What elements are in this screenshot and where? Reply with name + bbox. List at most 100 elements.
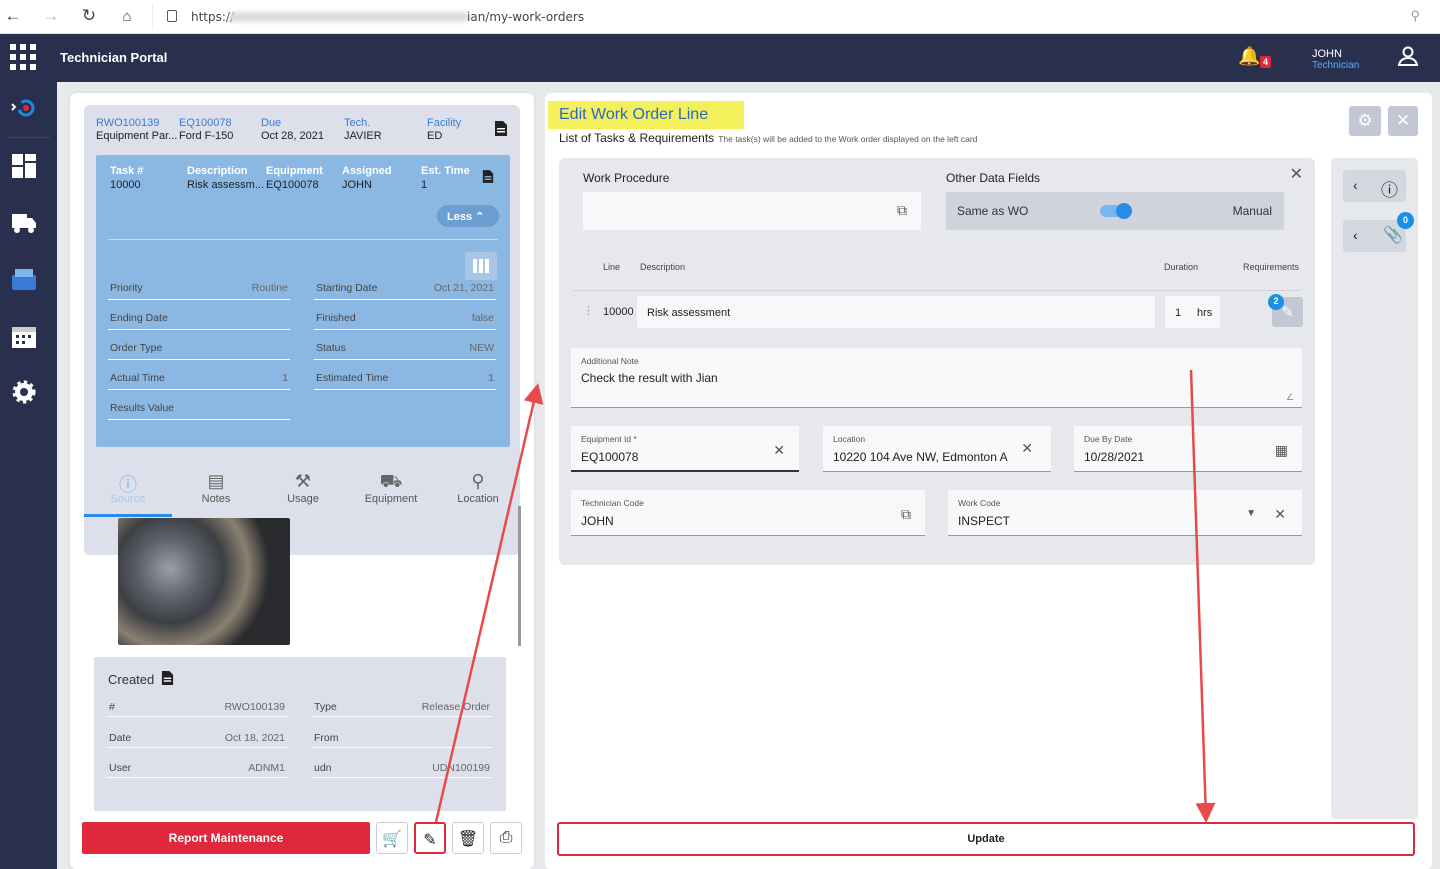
scrollbar[interactable]: [518, 506, 521, 646]
clear-work-code-icon[interactable]: ✕: [1274, 506, 1286, 523]
wo-number[interactable]: RWO100139 Equipment Par...: [96, 117, 177, 142]
task-num-header: Task #: [110, 165, 144, 177]
line-description-input[interactable]: Risk assessment: [637, 296, 1155, 328]
created-user: User ADNM1: [107, 756, 287, 778]
reload-icon[interactable]: ↻: [78, 6, 100, 26]
cart-button[interactable]: 🛒: [376, 822, 408, 854]
work-procedure-field[interactable]: ⧉: [583, 192, 921, 230]
tab-notes[interactable]: ▤ Notes: [172, 461, 260, 505]
bell-icon[interactable]: 🔔: [1238, 46, 1260, 67]
created-title: Created: [108, 672, 155, 687]
additional-note-field[interactable]: Additional Note Check the result with Ji…: [571, 348, 1302, 408]
report-maintenance-button[interactable]: Report Maintenance: [82, 822, 370, 854]
field-starting-date: Starting Date Oct 21, 2021: [314, 278, 496, 300]
duration-unit: hrs: [1197, 307, 1213, 319]
tab-usage[interactable]: ⚒ Usage: [259, 461, 347, 505]
wo-due: Due Oct 28, 2021: [261, 117, 324, 142]
table-header-divider: [573, 290, 1301, 291]
sidebar: [0, 82, 57, 869]
edit-button[interactable]: ✎: [414, 822, 446, 854]
settings-button[interactable]: ⚙: [1349, 106, 1381, 136]
update-button[interactable]: Update: [557, 822, 1415, 856]
apps-grid-icon[interactable]: [10, 44, 36, 70]
resize-handle-icon[interactable]: ∠: [1286, 392, 1294, 403]
user-role: Technician: [1312, 60, 1360, 71]
less-button[interactable]: Less ⌃: [437, 205, 499, 227]
wo-facility: Facility ED: [427, 117, 462, 142]
created-document-icon[interactable]: [161, 670, 174, 686]
user-icon[interactable]: [1396, 44, 1420, 68]
close-panel-button[interactable]: ✕: [1388, 106, 1418, 136]
info-toggle-button[interactable]: ‹ ⓘ: [1343, 170, 1406, 202]
tab-equipment[interactable]: ⛟ Equipment: [347, 461, 435, 505]
print-button[interactable]: ⎙: [490, 822, 522, 854]
line-number: 10000: [603, 306, 634, 318]
side-tools: ‹ ⓘ ‹ 📎 0: [1331, 158, 1418, 819]
field-ending-date: Ending Date: [108, 308, 290, 330]
clear-location-icon[interactable]: ✕: [1017, 440, 1033, 457]
work-procedure-label: Work Procedure: [583, 171, 670, 185]
field-results-value: Results Value: [108, 398, 290, 420]
task-est-header: Est. Time: [421, 165, 470, 177]
other-fields-label: Other Data Fields: [946, 171, 1041, 185]
drag-handle-icon[interactable]: ⋮: [583, 304, 594, 317]
url-prefix: https://: [191, 10, 235, 24]
open-external-icon[interactable]: ⧉: [897, 202, 907, 219]
task-document-icon[interactable]: [482, 169, 494, 184]
equipment-id-field[interactable]: Equipment Id * EQ100078 ✕: [571, 426, 799, 472]
dropdown-arrow-icon[interactable]: ▼: [1246, 508, 1256, 519]
wo-equipment[interactable]: EQ100078 Ford F-150: [179, 117, 233, 142]
form-close-icon[interactable]: ✕: [1290, 164, 1303, 184]
same-as-wo-toggle[interactable]: [1100, 203, 1132, 219]
pencil-icon: ✎: [1281, 304, 1294, 321]
created-number: # RWO100139: [107, 695, 287, 717]
home-icon[interactable]: ⌂: [116, 8, 138, 25]
task-divider: [108, 239, 498, 240]
due-date-field[interactable]: Due By Date 10/28/2021 ▦: [1074, 426, 1302, 472]
location-field[interactable]: Location 10220 104 Ave NW, Edmonton A ✕: [823, 426, 1051, 472]
work-code-select[interactable]: Work Code INSPECT ▼ ✕: [948, 490, 1302, 536]
logo-icon[interactable]: [10, 94, 38, 122]
address-bar[interactable]: https:// ian/my-work-orders ⚲: [152, 4, 1434, 30]
tab-location[interactable]: ⚲ Location: [434, 461, 522, 505]
user-name: JOHN: [1312, 48, 1342, 60]
tab-source[interactable]: ⓘ Source: [84, 461, 172, 517]
open-technician-icon[interactable]: ⧉: [901, 506, 911, 523]
panel-title: Edit Work Order Line: [548, 101, 744, 129]
delete-button[interactable]: 🗑: [452, 822, 484, 854]
created-info: Created # RWO100139 Date Oct 18, 2021 User…: [94, 657, 506, 811]
settings-gear-icon[interactable]: [10, 378, 38, 406]
task-assigned: JOHN: [342, 179, 372, 191]
work-order-line-form: Work Procedure Other Data Fields ✕ ⧉ Sam…: [559, 158, 1315, 565]
notes-icon: ▤: [207, 471, 225, 491]
forward-icon[interactable]: →: [40, 6, 62, 26]
back-icon[interactable]: ←: [2, 6, 24, 26]
technician-code-field[interactable]: Technician Code JOHN ⧉: [571, 490, 925, 536]
document-icon[interactable]: [494, 120, 508, 137]
url-redacted: [229, 12, 469, 22]
dashboard-icon[interactable]: [10, 152, 38, 180]
pencil-icon: ✎: [423, 832, 437, 849]
task-equip-header: Equipment: [266, 165, 323, 177]
key-icon[interactable]: ⚲: [1410, 8, 1420, 24]
created-type: Type Release Order: [312, 695, 492, 717]
columns-button[interactable]: [465, 252, 497, 280]
truck-icon[interactable]: [10, 208, 38, 236]
task-equip: EQ100078: [266, 179, 319, 191]
task-assigned-header: Assigned: [342, 165, 392, 177]
url-path: ian/my-work-orders: [467, 10, 585, 24]
inbox-icon[interactable]: [10, 265, 38, 293]
attachments-toggle-button[interactable]: ‹ 📎: [1343, 220, 1406, 252]
calendar-picker-icon[interactable]: ▦: [1275, 442, 1288, 459]
equipment-photo[interactable]: [118, 518, 290, 645]
clear-equipment-icon[interactable]: ✕: [773, 442, 785, 459]
wo-tech: Tech. JAVIER: [344, 117, 382, 142]
task-num: 10000: [110, 179, 141, 191]
work-order-summary: RWO100139 Equipment Par... EQ100078 Ford F…: [84, 105, 520, 555]
task-est: 1: [421, 179, 428, 191]
close-icon: ✕: [1395, 111, 1411, 130]
printer-icon: ⎙: [499, 829, 513, 846]
field-estimated-time: Estimated Time 1: [314, 368, 496, 390]
calendar-icon[interactable]: [10, 322, 38, 350]
attachment-count-badge: 0: [1397, 212, 1414, 229]
